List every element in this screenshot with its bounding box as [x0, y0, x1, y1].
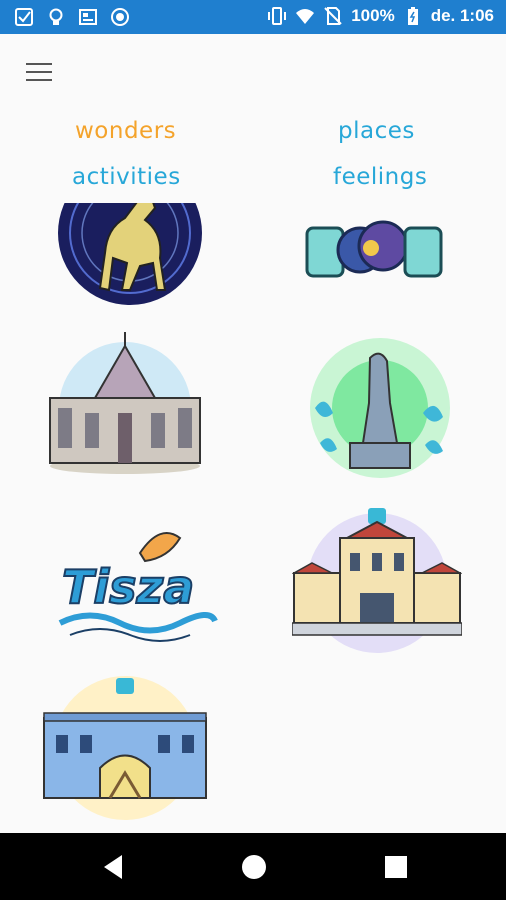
- palace-illustration: [292, 508, 462, 653]
- tisza-illustration: Tisza: [58, 532, 218, 642]
- hamburger-menu-icon[interactable]: [24, 60, 56, 84]
- news-icon: [79, 9, 97, 25]
- tisza-logo-text: Tisza: [62, 560, 194, 614]
- fountain-statue-card[interactable]: [295, 333, 465, 483]
- back-icon[interactable]: [100, 853, 128, 881]
- tab-activities[interactable]: activities: [72, 164, 181, 190]
- lightbulb-icon: [49, 8, 63, 25]
- wifi-icon: [296, 9, 315, 24]
- checkbox-icon: [15, 8, 33, 26]
- tab-places[interactable]: places: [338, 118, 415, 144]
- status-bar: 100% de. 1:06: [0, 0, 506, 34]
- blue-building-card[interactable]: [40, 673, 210, 823]
- palace-card[interactable]: [292, 508, 462, 658]
- app-bar: [0, 34, 506, 110]
- clock: de. 1:06: [430, 6, 494, 25]
- illustration-grid: Tisza: [0, 203, 506, 833]
- rock-flower-card[interactable]: [295, 203, 465, 308]
- battery-percent: 100%: [351, 6, 395, 25]
- home-icon[interactable]: [240, 853, 268, 881]
- deer-constellation-card[interactable]: [45, 203, 215, 308]
- no-sim-icon: [324, 7, 342, 25]
- vibrate-icon: [268, 7, 287, 25]
- tisza-card[interactable]: Tisza: [50, 513, 220, 663]
- recents-icon[interactable]: [382, 853, 410, 881]
- circle-icon: [111, 8, 129, 26]
- category-tabs: wonders places activities feelings: [0, 112, 506, 202]
- tab-feelings[interactable]: feelings: [333, 164, 427, 190]
- rock-flower-illustration: [305, 220, 443, 278]
- cathedral-card[interactable]: [40, 328, 210, 478]
- battery-icon: [407, 7, 418, 25]
- tab-wonders[interactable]: wonders: [75, 118, 176, 144]
- cathedral-illustration: [49, 332, 201, 474]
- navigation-bar: [0, 833, 506, 900]
- deer-illustration: [58, 203, 202, 305]
- blue-building-illustration: [43, 676, 207, 820]
- fountain-statue-illustration: [310, 338, 450, 478]
